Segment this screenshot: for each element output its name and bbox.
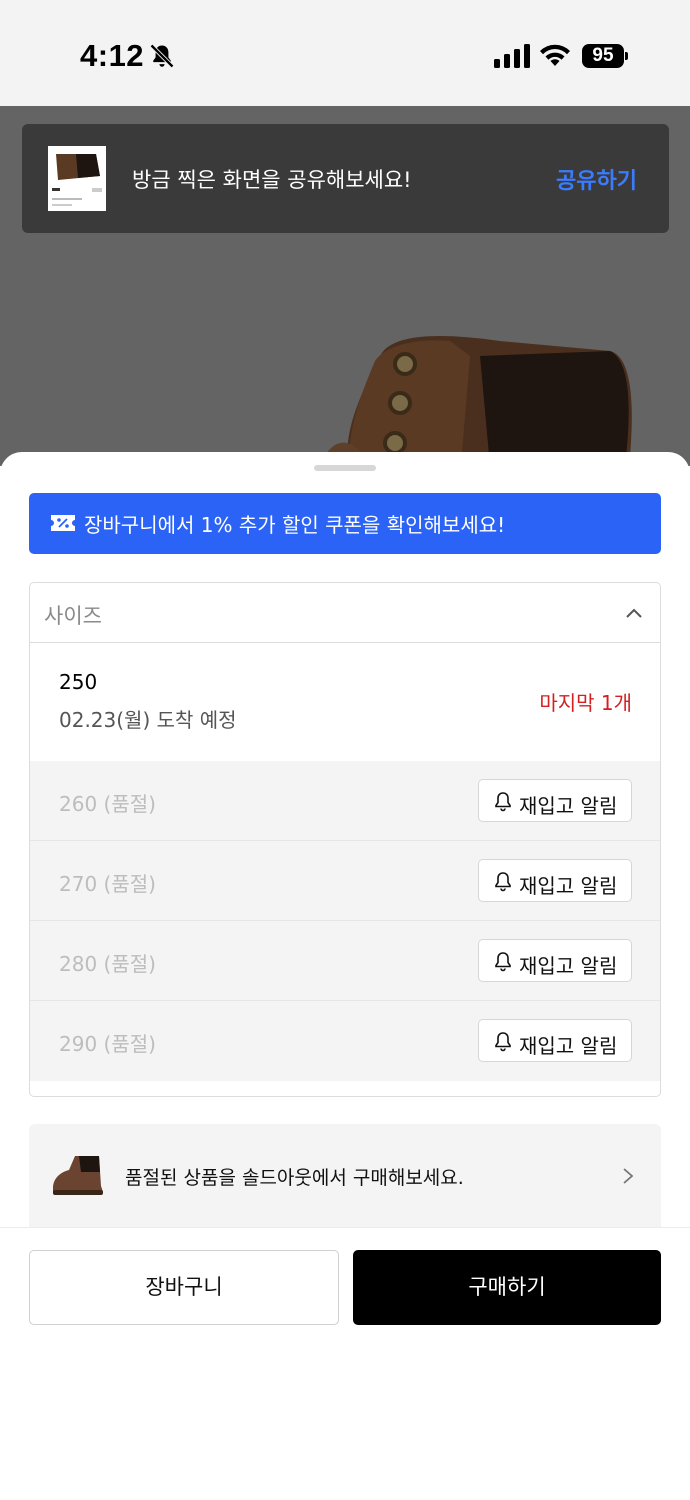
stock-badge: 마지막 1개: [539, 691, 632, 715]
add-to-cart-button[interactable]: 장바구니: [29, 1250, 339, 1325]
coupon-text: 장바구니에서 1% 추가 할인 쿠폰을 확인해보세요!: [84, 513, 506, 537]
product-boot-image: [320, 336, 632, 466]
share-toast: 방금 찍은 화면을 공유해보세요! 공유하기: [22, 124, 669, 233]
arrival-date: 02.23(월) 도착 예정: [59, 708, 237, 732]
restock-alert-button[interactable]: 재입고 알림: [478, 779, 632, 822]
coupon-banner[interactable]: 장바구니에서 1% 추가 할인 쿠폰을 확인해보세요!: [29, 493, 661, 554]
restock-alert-button[interactable]: 재입고 알림: [478, 1019, 632, 1062]
size-option-soldout: 280 (품절) 재입고 알림: [30, 921, 660, 1001]
soldout-size-label: 290 (품절): [59, 1032, 156, 1056]
soldout-size-label: 270 (품절): [59, 872, 156, 896]
size-option-available[interactable]: 250 02.23(월) 도착 예정 마지막 1개: [30, 644, 660, 761]
option-bottom-sheet: 장바구니에서 1% 추가 할인 쿠폰을 확인해보세요! 사이즈 250 02.2…: [0, 452, 690, 1500]
restock-alert-label: 재입고 알림: [519, 874, 618, 898]
boot-thumbnail: [49, 1148, 105, 1200]
restock-alert-label: 재입고 알림: [519, 1034, 618, 1058]
cellular-signal-icon: [494, 44, 530, 68]
soldout-size-label: 260 (품절): [59, 792, 156, 816]
toast-message: 방금 찍은 화면을 공유해보세요!: [132, 168, 412, 192]
bell-icon: [495, 792, 511, 812]
soldout-size-label: 280 (품절): [59, 952, 156, 976]
bell-off-icon: [150, 44, 174, 68]
thumbnail-image: [48, 146, 106, 211]
status-bar: 4:12 95: [0, 0, 690, 106]
restock-alert-button[interactable]: 재입고 알림: [478, 939, 632, 982]
bell-icon: [495, 952, 511, 972]
chevron-right-icon: [623, 1168, 634, 1184]
size-option-soldout: 290 (품절) 재입고 알림: [30, 1001, 660, 1081]
bell-icon: [495, 1032, 511, 1052]
battery-tip: [625, 52, 628, 60]
chevron-up-icon: [626, 608, 642, 618]
coupon-icon: [51, 515, 75, 531]
bell-icon: [495, 872, 511, 892]
restock-alert-button[interactable]: 재입고 알림: [478, 859, 632, 902]
size-label: 사이즈: [44, 604, 102, 628]
size-option-soldout: 260 (품절) 재입고 알림: [30, 761, 660, 841]
soldout-banner-text: 품절된 상품을 솔드아웃에서 구매해보세요.: [125, 1167, 464, 1189]
battery-icon: 95: [582, 44, 628, 68]
buy-now-button[interactable]: 구매하기: [353, 1250, 661, 1325]
size-dropdown: 사이즈 250 02.23(월) 도착 예정 마지막 1개 260 (품절) 재…: [29, 582, 661, 1097]
battery-level: 95: [582, 44, 624, 68]
action-bar: 장바구니 구매하기: [0, 1227, 690, 1500]
wifi-icon: [540, 44, 570, 66]
sheet-drag-handle[interactable]: [314, 465, 376, 471]
status-time: 4:12: [80, 38, 145, 73]
soldout-marketplace-banner[interactable]: 품절된 상품을 솔드아웃에서 구매해보세요.: [29, 1124, 661, 1227]
restock-alert-label: 재입고 알림: [519, 954, 618, 978]
share-button[interactable]: 공유하기: [556, 163, 637, 195]
screenshot-thumbnail[interactable]: [48, 146, 106, 211]
size-dropdown-header[interactable]: 사이즈: [30, 583, 660, 643]
restock-alert-label: 재입고 알림: [519, 794, 618, 818]
size-option-value: 250: [59, 670, 98, 694]
size-option-soldout: 270 (품절) 재입고 알림: [30, 841, 660, 921]
